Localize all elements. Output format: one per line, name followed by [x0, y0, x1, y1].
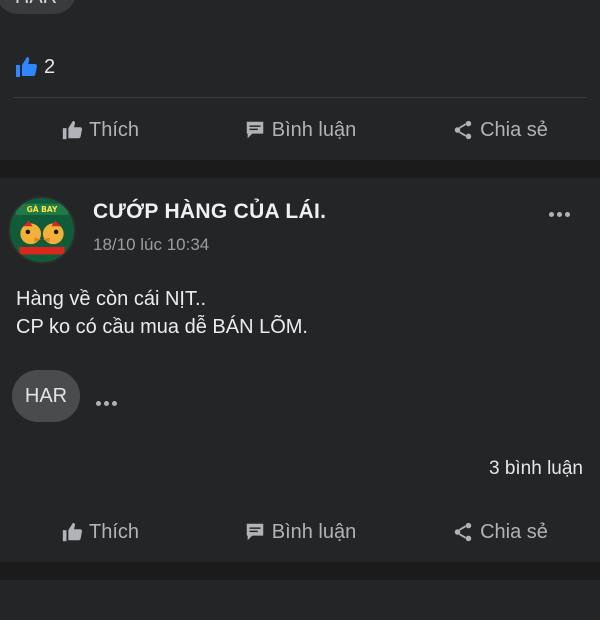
previous-post-card: HAR 2 Thích Bình luận	[0, 0, 600, 160]
reaction-summary[interactable]: 2	[14, 55, 55, 79]
avatar[interactable]: GÀ BAY	[8, 196, 76, 264]
action-bar: Thích Bình luận Chia sẻ	[0, 110, 600, 150]
like-button[interactable]: Thích	[0, 110, 200, 150]
share-label: Chia sẻ	[480, 520, 548, 543]
like-button[interactable]: Thích	[0, 512, 200, 552]
svg-text:GÀ BAY: GÀ BAY	[27, 205, 58, 214]
comment-button[interactable]: Bình luận	[200, 512, 400, 552]
comment-label: Bình luận	[271, 118, 357, 141]
har-sticker[interactable]: HAR	[12, 370, 80, 422]
share-button[interactable]: Chia sẻ	[400, 110, 600, 150]
chat-bubble-icon	[246, 523, 263, 541]
like-label: Thích	[88, 118, 140, 141]
sticker-more-button[interactable]	[96, 393, 120, 411]
thumbs-up-icon	[62, 522, 83, 542]
more-dots-icon	[549, 204, 573, 221]
post-body-line: Hàng về còn cái NỊT..	[16, 288, 207, 310]
post-author[interactable]: CƯỚP HÀNG CỦA LÁI.	[93, 200, 326, 224]
chat-bubble-icon	[246, 121, 263, 139]
share-icon	[454, 120, 472, 140]
post-body: Hàng về còn cái NỊT.. CP ko có cầu mua d…	[16, 285, 308, 341]
post-card: GÀ BAY CƯỚP HÀNG CỦA LÁI. 18/10 lúc 10:3…	[0, 178, 600, 562]
avatar-logo-icon: GÀ BAY	[10, 198, 74, 262]
like-count: 2	[44, 55, 56, 78]
thumbs-up-icon	[62, 120, 83, 140]
post-timestamp[interactable]: 18/10 lúc 10:34	[93, 235, 209, 255]
comment-count-link[interactable]: 3 bình luận	[489, 458, 583, 480]
har-sticker-partial[interactable]: HAR	[0, 0, 76, 14]
next-post-card	[0, 580, 600, 620]
more-dots-icon	[96, 393, 120, 410]
divider	[14, 97, 586, 98]
share-button[interactable]: Chia sẻ	[400, 512, 600, 552]
post-body-line: CP ko có cầu mua dễ BÁN LÕM.	[16, 316, 308, 338]
more-options-button[interactable]	[549, 204, 573, 222]
comment-button[interactable]: Bình luận	[200, 110, 400, 150]
action-bar: Thích Bình luận Chia sẻ	[0, 512, 600, 552]
share-label: Chia sẻ	[480, 118, 548, 141]
like-reaction-icon	[16, 57, 37, 77]
like-label: Thích	[88, 520, 140, 543]
share-icon	[454, 522, 472, 542]
comment-label: Bình luận	[271, 520, 357, 543]
